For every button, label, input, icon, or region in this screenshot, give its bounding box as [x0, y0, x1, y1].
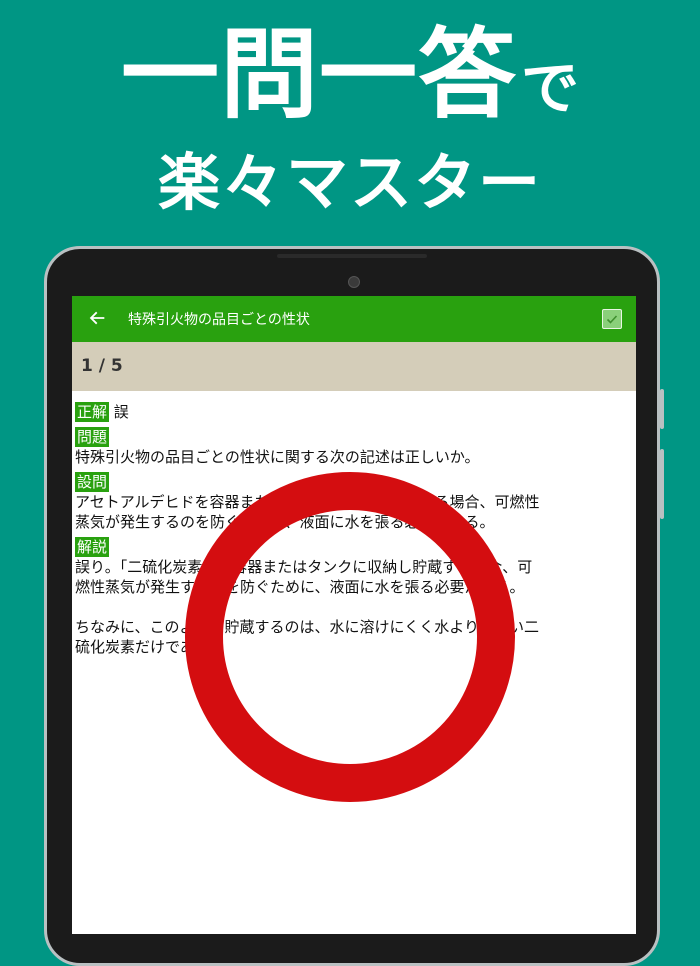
tablet-camera-icon — [348, 276, 360, 288]
page-title: 特殊引火物の品目ごとの性状 — [128, 312, 310, 328]
promo-headline: 一問一答で — [0, 26, 700, 124]
statement-line: 蒸気が発生するのを防ぐために、液面に水を張る必要がある。 — [75, 513, 495, 531]
explanation-line: 燃性蒸気が発生するのを防ぐために、液面に水を張る必要がある。 — [75, 578, 525, 596]
promo-headline-small: で — [521, 54, 580, 122]
answer-value: 誤 — [113, 403, 129, 421]
app-screen: 特殊引火物の品目ごとの性状 1 / 5 正解 誤 問題 特殊引火物の品目ごとの性… — [72, 296, 636, 934]
question-tag: 問題 — [75, 427, 110, 447]
arrow-left-icon[interactable] — [86, 307, 108, 329]
statement-head: 設問 — [75, 472, 631, 492]
tablet-speaker — [277, 254, 427, 258]
note-line: 硫化炭素だけである。 — [75, 638, 225, 656]
promo-subline: 楽々マスター — [157, 146, 542, 219]
answer-tag: 正解 — [75, 402, 110, 422]
app-bar: 特殊引火物の品目ごとの性状 — [72, 296, 636, 342]
answer-row: 正解 誤 — [75, 402, 631, 422]
question-text: 特殊引火物の品目ごとの性状に関する次の記述は正しいか。 — [75, 448, 480, 466]
question-head: 問題 — [75, 427, 631, 447]
question-content: 正解 誤 問題 特殊引火物の品目ごとの性状に関する次の記述は正しいか。 設問 ア… — [75, 402, 631, 657]
statement-line: アセトアルデヒドを容器またはタンクに収納し貯蔵する場合、可燃性 — [75, 493, 540, 511]
statement-tag: 設問 — [75, 472, 110, 492]
checkbox-icon[interactable] — [602, 309, 622, 329]
volume-button — [660, 389, 664, 429]
promo-headline-big: 一問一答 — [120, 18, 517, 132]
power-button — [660, 449, 664, 519]
explanation-line: 誤り。「二硫化炭素」を容器またはタンクに収納し貯蔵する場合、可 — [75, 558, 533, 576]
progress-bar: 1 / 5 — [72, 342, 636, 391]
explanation-head: 解説 — [75, 537, 631, 557]
explanation-tag: 解説 — [75, 537, 110, 557]
progress-counter: 1 / 5 — [81, 356, 123, 376]
note-line: ちなみに、このように貯蔵するのは、水に溶けにくく水よりも重い二 — [75, 618, 539, 636]
